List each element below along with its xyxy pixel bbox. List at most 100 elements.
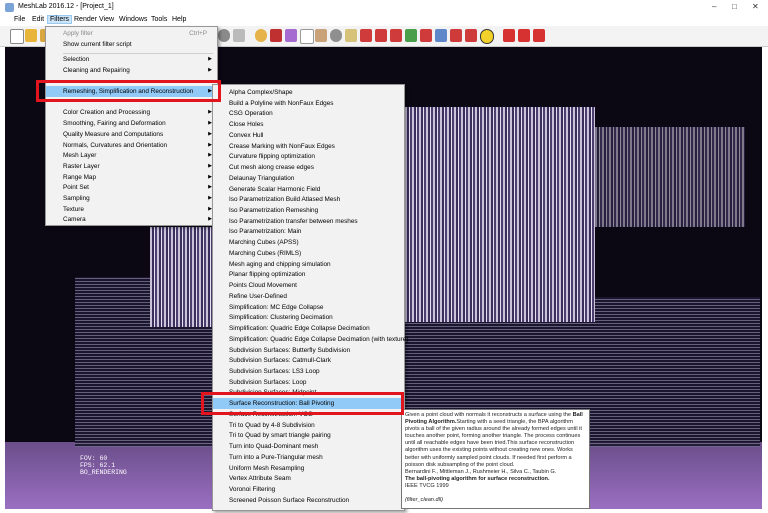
select-color-icon[interactable] [405,29,417,42]
close-icon[interactable]: ✕ [752,2,759,11]
submenu-item[interactable]: Alpha Complex/Shape [213,87,404,98]
submenu-item[interactable]: Points Cloud Movement [213,280,404,291]
submenu-item[interactable]: Subdivision Surfaces: LS3 Loop [213,366,404,377]
submenu-item[interactable]: Marching Cubes (APSS) [213,237,404,248]
submenu-item[interactable]: Mesh aging and chipping simulation [213,259,404,270]
submenu-item[interactable]: Cut mesh along crease edges [213,162,404,173]
select-vertices-icon[interactable] [375,29,387,42]
submenu-item[interactable]: Curvature flipping optimization [213,151,404,162]
submenu-item-label: Subdivision Surfaces: Catmull-Clark [229,357,331,365]
maximize-icon[interactable]: □ [732,2,737,11]
menu-file[interactable]: File [12,16,27,23]
point-cloud-shelf-center [405,107,595,322]
menu-tools[interactable]: Tools [149,16,169,23]
menu-filters[interactable]: Filters [47,15,73,24]
submenu-item[interactable]: Uniform Mesh Resampling [213,463,404,474]
submenu-item[interactable]: Subdivision Surfaces: Midpoint [213,387,404,398]
trackball-icon[interactable] [255,29,267,42]
render-bbox-icon[interactable] [218,29,230,42]
submenu-item[interactable]: Subdivision Surfaces: Loop [213,377,404,388]
texture-icon[interactable] [435,29,447,42]
submenu-item[interactable]: Subdivision Surfaces: Catmull-Clark [213,355,404,366]
submenu-item[interactable]: Turn into Quad-Dominant mesh [213,441,404,452]
viewport-info: FOV: 60 FPS: 62.1 BO_RENDERING [80,455,127,476]
submenu-item-label: Subdivision Surfaces: Loop [229,378,307,386]
menu-help[interactable]: Help [170,16,188,23]
layer-icon[interactable] [270,29,282,42]
render-mode-readout: BO_RENDERING [80,469,127,476]
pick-icon[interactable] [300,29,314,44]
new-project-icon[interactable] [10,29,24,44]
filters-point-set[interactable]: Point Set ▶ [46,182,217,193]
submenu-item[interactable]: Close Holes [213,119,404,130]
submenu-item-label: Mesh aging and chipping simulation [229,260,331,268]
submenu-item[interactable]: Delaunay Triangulation [213,173,404,184]
submenu-item[interactable]: CSG Operation [213,108,404,119]
submenu-item[interactable]: Simplification: Quadric Edge Collapse De… [213,323,404,334]
align-icon[interactable] [330,29,342,42]
edit-icon[interactable] [450,29,462,42]
tooltip-intro: Given a point cloud with normals it reco… [405,412,573,418]
submenu-item[interactable]: Tri to Quad by 4-8 Subdivision [213,420,404,431]
filter-tooltip: Given a point cloud with normals it reco… [401,409,590,509]
submenu-item[interactable]: Iso Parametrization transfer between mes… [213,216,404,227]
submenu-item[interactable]: Convex Hull [213,130,404,141]
submenu-item[interactable]: Subdivision Surfaces: Butterfly Subdivis… [213,345,404,356]
delete-vertices-icon[interactable] [518,29,530,42]
submenu-item[interactable]: Planar flipping optimization [213,269,404,280]
menu-windows[interactable]: Windows [117,16,149,23]
submenu-item[interactable]: Generate Scalar Harmonic Field [213,184,404,195]
submenu-item[interactable]: Voronoi Filtering [213,484,404,495]
submenu-item[interactable]: Simplification: MC Edge Collapse [213,302,404,313]
filters-camera[interactable]: Camera ▶ [46,214,217,225]
submenu-item[interactable]: Refine User-Defined [213,291,404,302]
menu-render[interactable]: Render [72,16,99,23]
submenu-item[interactable]: Surface Reconstruction: Ball Pivoting [213,398,404,410]
submenu-item[interactable]: Iso Parametrization Remeshing [213,205,404,216]
filters-mesh-layer[interactable]: Mesh Layer ▶ [46,150,217,161]
help-icon[interactable] [480,29,494,44]
filters-cleaning[interactable]: Cleaning and Repairing ▶ [46,65,217,76]
submenu-item[interactable]: Tri to Quad by smart triangle pairing [213,430,404,441]
menu-edit[interactable]: Edit [30,16,46,23]
filters-color[interactable]: Color Creation and Processing ▶ [46,107,217,118]
paint-icon[interactable] [345,29,357,42]
filters-remeshing[interactable]: Remeshing, Simplification and Reconstruc… [46,86,217,97]
menu-view[interactable]: View [97,16,116,23]
submenu-item-label: Alpha Complex/Shape [229,89,293,96]
info-icon[interactable] [285,29,297,42]
delete-all-icon[interactable] [533,29,545,42]
submenu-item-label: Simplification: MC Edge Collapse [229,303,324,311]
minimize-icon[interactable]: – [712,2,716,11]
submenu-item[interactable]: Simplification: Clustering Decimation [213,312,404,323]
show-filter-script-item[interactable]: Show current filter script [46,39,217,50]
submenu-item[interactable]: Turn into a Pure-Triangular mesh [213,452,404,463]
raster-icon[interactable] [420,29,432,42]
measure-icon[interactable] [315,29,327,42]
submenu-item[interactable]: Simplification: Quadric Edge Collapse De… [213,334,408,345]
open-project-icon[interactable] [25,29,37,42]
select-connected-icon[interactable] [390,29,402,42]
submenu-item[interactable]: Screened Poisson Surface Reconstruction [213,495,404,506]
submenu-item-label: Generate Scalar Harmonic Field [229,185,321,193]
filters-quality[interactable]: Quality Measure and Computations ▶ [46,129,217,140]
select-faces-icon[interactable] [360,29,372,42]
render-points-icon[interactable] [233,29,245,42]
filters-raster-layer[interactable]: Raster Layer ▶ [46,161,217,172]
submenu-item[interactable]: Vertex Attribute Seam [213,473,404,484]
submenu-item[interactable]: Build a Polyline with NonFaux Edges [213,98,404,109]
submenu-item-label: Points Cloud Movement [229,282,297,290]
submenu-item-label: Surface Reconstruction: VCG [229,410,313,418]
submenu-item[interactable]: Iso Parametrization: Main [213,226,404,237]
filters-smoothing[interactable]: Smoothing, Fairing and Deformation ▶ [46,118,217,129]
tooltip-venue: IEEE TVCG 1999 [405,482,449,489]
fill-icon[interactable] [465,29,477,42]
submenu-item[interactable]: Marching Cubes (RIMLS) [213,248,404,259]
submenu-item[interactable]: Crease Marking with NonFaux Edges [213,141,404,152]
delete-faces-icon[interactable] [503,29,515,42]
submenu-item[interactable]: Iso Parametrization Build Atlased Mesh [213,194,404,205]
submenu-item[interactable]: Surface Reconstruction: VCG [213,409,404,420]
filters-selection[interactable]: Selection ▶ [46,54,217,65]
filters-sampling[interactable]: Sampling ▶ [46,193,217,204]
submenu-item-label: Refine User-Defined [229,292,287,300]
